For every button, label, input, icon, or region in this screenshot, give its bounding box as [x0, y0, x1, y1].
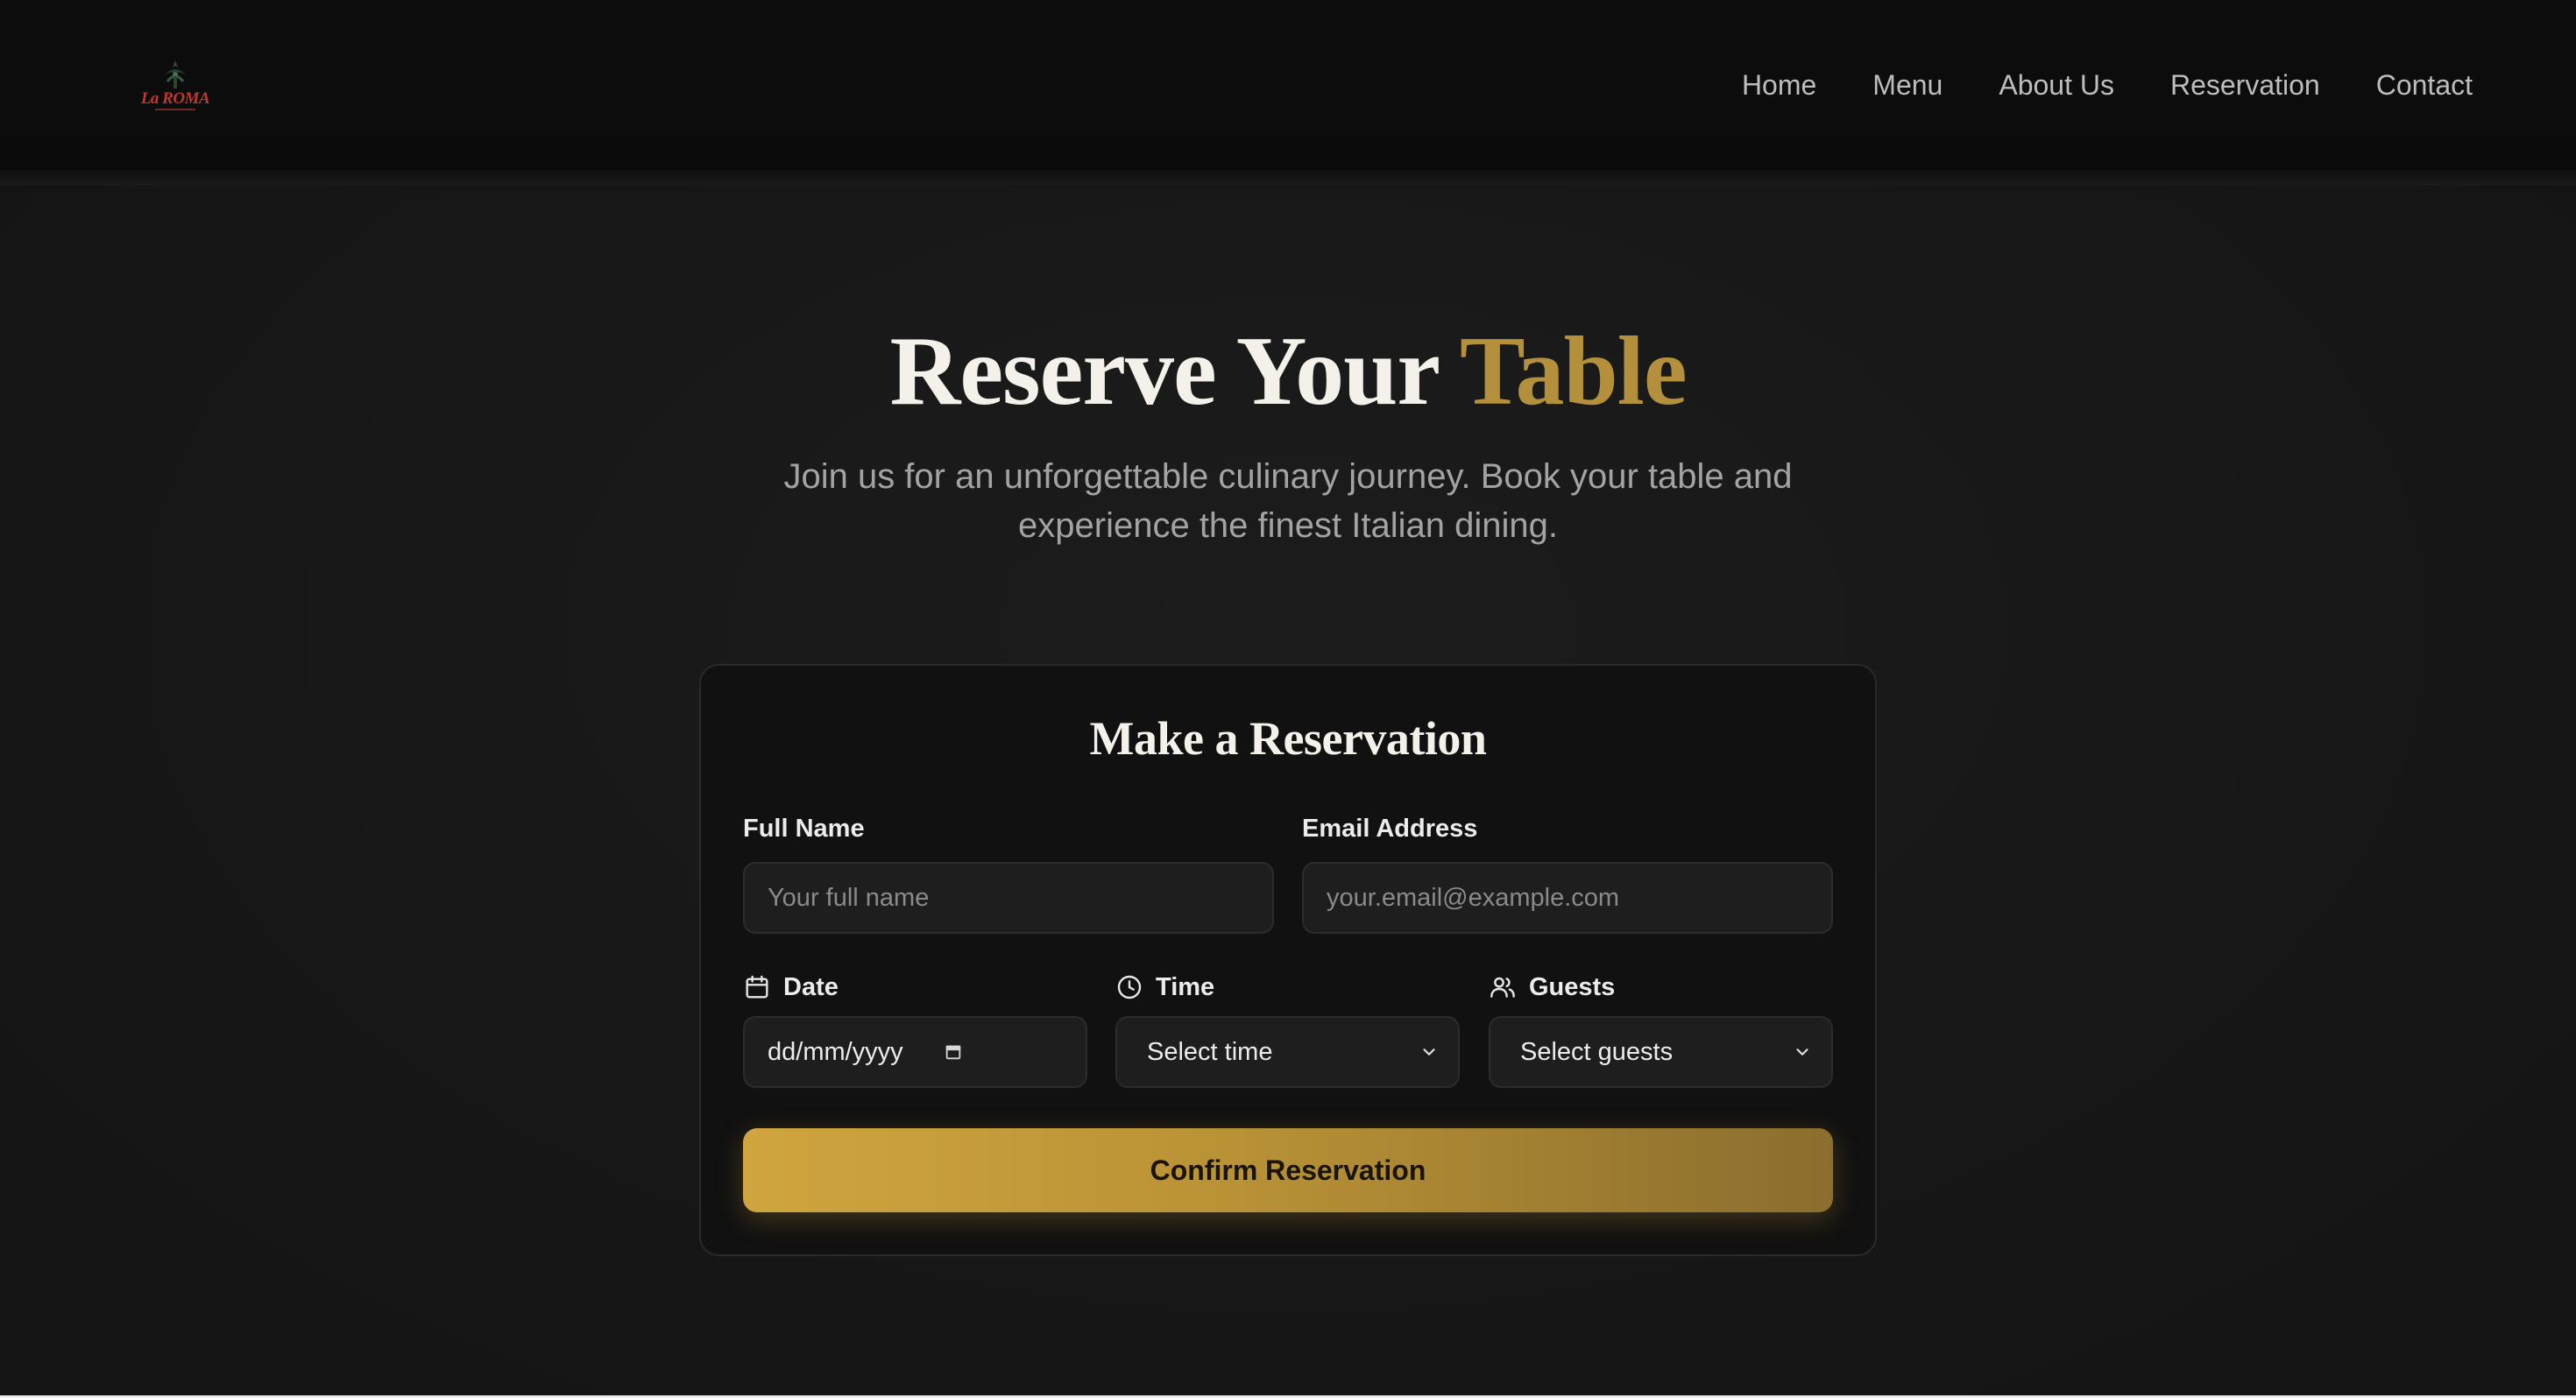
email-input[interactable]: [1327, 883, 1808, 913]
date-picker[interactable]: dd/mm/yyyy: [743, 1016, 1087, 1088]
logo-text: La ROMA: [140, 89, 210, 108]
header-divider: [0, 170, 2576, 186]
page-title: Reserve Your Table: [0, 312, 2576, 431]
form-title: Make a Reservation: [1089, 712, 1487, 765]
nav-reservation[interactable]: Reservation: [2170, 61, 2320, 109]
time-label: Time: [1115, 971, 1214, 1003]
date-value: dd/mm/yyyy: [768, 1037, 903, 1066]
site-header: La ROMA Home Menu About Us Reservation C…: [0, 0, 2576, 170]
guests-label: Guests: [1489, 971, 1615, 1003]
full-name-input[interactable]: [768, 883, 1249, 913]
full-name-label-text: Full Name: [743, 815, 865, 843]
calendar-icon: [746, 975, 768, 999]
full-name-field[interactable]: [743, 862, 1274, 934]
nav-home[interactable]: Home: [1742, 61, 1816, 109]
email-field[interactable]: [1302, 862, 1833, 934]
main-nav: Home Menu About Us Reservation Contact: [1742, 61, 2473, 109]
guests-select[interactable]: Select guests: [1489, 1016, 1833, 1088]
logo-underline: [155, 109, 195, 110]
page-title-main: Reserve Your: [889, 317, 1461, 426]
page-subtitle: Join us for an unforgettable culinary jo…: [783, 457, 1793, 545]
time-label-text: Time: [1156, 973, 1215, 1001]
email-label-text: Email Address: [1302, 815, 1478, 843]
brand-logo[interactable]: La ROMA: [140, 56, 210, 110]
nav-menu[interactable]: Menu: [1872, 61, 1943, 109]
clock-icon: [1117, 975, 1142, 999]
guests-label-text: Guests: [1529, 973, 1616, 1001]
time-select-value: Select time: [1147, 1037, 1273, 1066]
confirm-reservation-button[interactable]: Confirm Reservation: [743, 1128, 1833, 1212]
page-title-accent: Table: [1460, 317, 1688, 426]
date-label: Date: [743, 971, 839, 1003]
logo-emblem-icon: [164, 60, 187, 88]
full-name-label: Full Name: [743, 813, 865, 844]
nav-contact[interactable]: Contact: [2376, 61, 2473, 109]
page: La ROMA Home Menu About Us Reservation C…: [0, 0, 2576, 1398]
nav-about-us[interactable]: About Us: [1999, 61, 2114, 109]
chevron-down-icon: [1423, 1048, 1435, 1056]
chevron-down-icon: [1796, 1048, 1808, 1056]
users-icon: [1490, 977, 1515, 998]
email-label: Email Address: [1302, 813, 1477, 844]
date-picker-icon[interactable]: [944, 1042, 963, 1062]
guests-select-value: Select guests: [1520, 1037, 1674, 1066]
date-label-text: Date: [783, 973, 839, 1001]
time-select[interactable]: Select time: [1115, 1016, 1460, 1088]
